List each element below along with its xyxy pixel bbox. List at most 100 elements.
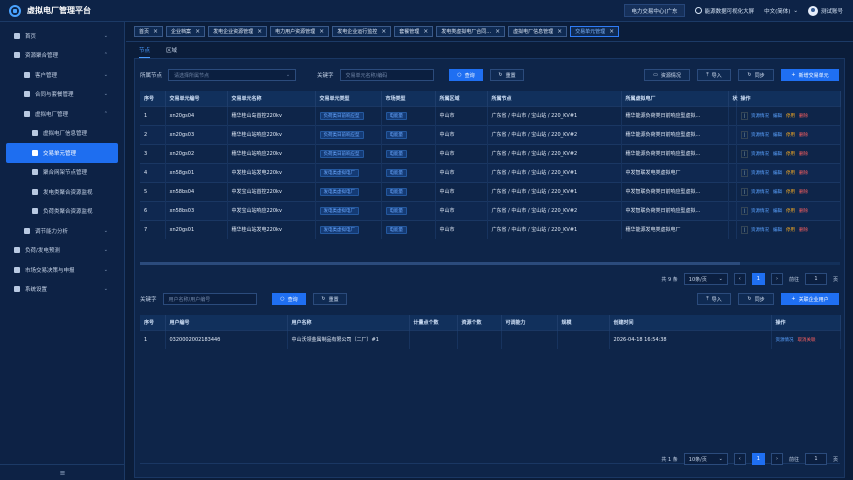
edit-link[interactable]: 编辑: [773, 133, 782, 138]
goto-input[interactable]: 1: [804, 453, 827, 465]
disable-link[interactable]: 停用: [786, 152, 795, 157]
page-tab[interactable]: 发电企业运行监控 ×: [332, 26, 392, 37]
import-button[interactable]: ⤒ 导入: [697, 69, 731, 81]
prev-page-button[interactable]: ‹: [733, 273, 746, 285]
resource-link[interactable]: 资源情况: [751, 190, 769, 195]
delete-link[interactable]: 删除: [799, 228, 808, 233]
page-tab[interactable]: 企业档案 ×: [166, 26, 206, 37]
sidebar-item[interactable]: 负荷/发电预测 ⌄: [0, 241, 124, 261]
table-row[interactable]: 1 xn20gs04 穗华桂山岛首控220kv 负荷类日前响应型 电能量 中山市 广东省 /…: [140, 105, 841, 125]
scrollbar-thumb[interactable]: [140, 262, 740, 265]
user-import-button[interactable]: ⤒ 导入: [697, 293, 731, 305]
sidebar-item[interactable]: 客户管理 ⌄: [0, 65, 124, 85]
edit-link[interactable]: 编辑: [773, 228, 782, 233]
table-row[interactable]: 2 xn20gs03 穗华桂山站响应220kv 负荷类日前响应型 电能量 中山市 广东省 /…: [140, 124, 841, 144]
page-tab[interactable]: 虚拟电厂信息管理 ×: [508, 26, 568, 37]
page-tab[interactable]: 交易单元管理 ×: [570, 26, 620, 37]
ops-handle[interactable]: |: [740, 149, 749, 158]
sidebar-item[interactable]: 系统设置 ⌄: [0, 280, 124, 300]
close-icon[interactable]: ×: [495, 28, 500, 35]
close-icon[interactable]: ×: [153, 28, 158, 35]
table-row[interactable]: 6 xn58bs03 中发宝山站响应220kv 发电类虚拟电厂 电能量 中山市 广东省 / …: [140, 200, 841, 220]
resource-link[interactable]: 资源情况: [776, 338, 794, 343]
delete-link[interactable]: 删除: [799, 171, 808, 176]
tab-node[interactable]: 节点: [139, 46, 151, 58]
sidebar-item[interactable]: 资源聚合管理 ⌃: [0, 46, 124, 66]
disable-link[interactable]: 停用: [786, 228, 795, 233]
next-page-button[interactable]: ›: [770, 453, 783, 465]
tab-area[interactable]: 区域: [166, 46, 177, 58]
resource-link[interactable]: 资源情况: [751, 152, 769, 157]
disable-link[interactable]: 停用: [786, 133, 795, 138]
dashboard-link[interactable]: 能源数据可视化大屏: [694, 7, 754, 15]
edit-link[interactable]: 编辑: [773, 152, 782, 157]
user-reset-button[interactable]: ↻ 重置: [313, 293, 347, 305]
page-tab[interactable]: 电力用户资源管理 ×: [270, 26, 330, 37]
user-sync-button[interactable]: ↻ 同步: [738, 293, 774, 305]
resource-link[interactable]: 资源情况: [751, 171, 769, 176]
close-icon[interactable]: ×: [381, 28, 386, 35]
close-icon[interactable]: ×: [257, 28, 262, 35]
sidebar-item[interactable]: 虚拟电厂信息管理: [0, 124, 124, 144]
user-query-button[interactable]: ○ 查询: [272, 293, 306, 305]
delete-link[interactable]: 删除: [799, 152, 808, 157]
sidebar-item[interactable]: 发电类聚合资源监视: [0, 182, 124, 202]
ops-handle[interactable]: |: [740, 168, 749, 177]
add-unit-button[interactable]: + 新增交易单元: [781, 69, 839, 81]
resource-link[interactable]: 资源情况: [751, 133, 769, 138]
user-keyword-input[interactable]: 用户名称/用户编号: [162, 293, 257, 305]
table-row[interactable]: 5 xn58bs04 中发宝山站首控220kv 发电类虚拟电厂 电能量 中山市 广东省 / …: [140, 181, 841, 201]
language-switch[interactable]: 中文(简体) ⌄: [764, 7, 798, 15]
table-row[interactable]: 1 032000200218344б 中山沃领金属制品有限公司（二厂）#1 2026-…: [140, 329, 841, 349]
disable-link[interactable]: 停用: [786, 209, 795, 214]
sidebar-item[interactable]: 市场交易决策与申报 ⌄: [0, 260, 124, 280]
collapse-button[interactable]: ≡: [0, 464, 125, 480]
delete-link[interactable]: 删除: [799, 114, 808, 119]
edit-link[interactable]: 编辑: [773, 171, 782, 176]
close-icon[interactable]: ×: [609, 28, 614, 35]
edit-link[interactable]: 编辑: [773, 114, 782, 119]
sidebar-item[interactable]: 首页 ⌄: [0, 26, 124, 46]
ops-handle[interactable]: |: [740, 111, 749, 120]
resource-link[interactable]: 资源情况: [751, 228, 769, 233]
keyword-input[interactable]: 交易单元名称/编码: [339, 69, 434, 81]
table-row[interactable]: 4 xn58gs01 中发桂山站发电220kv 发电类虚拟电厂 电能量 中山市 广东省 / …: [140, 162, 841, 182]
link-user-button[interactable]: + 关联企业用户: [781, 293, 839, 305]
sync-button[interactable]: ↻ 同步: [738, 69, 774, 81]
ops-handle[interactable]: |: [740, 187, 749, 196]
delete-link[interactable]: 删除: [799, 133, 808, 138]
ops-handle[interactable]: |: [740, 206, 749, 215]
resource-button[interactable]: ▭ 资源情况: [644, 69, 690, 81]
close-icon[interactable]: ×: [319, 28, 324, 35]
ops-handle[interactable]: |: [740, 225, 749, 234]
resource-link[interactable]: 资源情况: [751, 209, 769, 214]
table-row[interactable]: 3 xn20gs02 穗华桂山站响应220kv 负荷类日前响应型 电能量 中山市 广东省 /…: [140, 143, 841, 163]
sidebar-item[interactable]: 虚拟电厂管理 ⌃: [0, 104, 124, 124]
page-tab[interactable]: 发电类虚拟电厂合同... ×: [436, 26, 506, 37]
user-menu[interactable]: 测试账号: [807, 5, 843, 16]
page-size-select[interactable]: 10条/页 ⌄: [683, 453, 728, 465]
sidebar-item[interactable]: 交易单元管理: [6, 143, 118, 163]
resource-link[interactable]: 资源情况: [751, 114, 769, 119]
disable-link[interactable]: 停用: [786, 190, 795, 195]
reset-button[interactable]: ↻ 重置: [490, 69, 524, 81]
page-tab[interactable]: 发电企业资源管理 ×: [208, 26, 268, 37]
org-selector[interactable]: 电力交易中心(广东: [624, 4, 685, 17]
sidebar-item[interactable]: 负荷类聚合资源监视: [0, 202, 124, 222]
page-tab[interactable]: 首页 ×: [134, 26, 164, 37]
close-icon[interactable]: ×: [195, 28, 200, 35]
edit-link[interactable]: 编辑: [773, 209, 782, 214]
node-select[interactable]: 请选择所属节点 ⌄: [168, 69, 297, 81]
sidebar-item[interactable]: 调节能力分析 ⌄: [0, 221, 124, 241]
goto-input[interactable]: 1: [804, 273, 827, 285]
page-tab[interactable]: 套餐管理 ×: [394, 26, 434, 37]
delete-link[interactable]: 删除: [799, 190, 808, 195]
disable-link[interactable]: 停用: [786, 171, 795, 176]
close-icon[interactable]: ×: [557, 28, 562, 35]
edit-link[interactable]: 编辑: [773, 190, 782, 195]
query-button[interactable]: ○ 查询: [449, 69, 483, 81]
delete-link[interactable]: 删除: [799, 209, 808, 214]
page-number[interactable]: 1: [751, 273, 765, 285]
unlink-link[interactable]: 取消关联: [798, 338, 816, 343]
horizontal-scrollbar[interactable]: [140, 262, 840, 265]
